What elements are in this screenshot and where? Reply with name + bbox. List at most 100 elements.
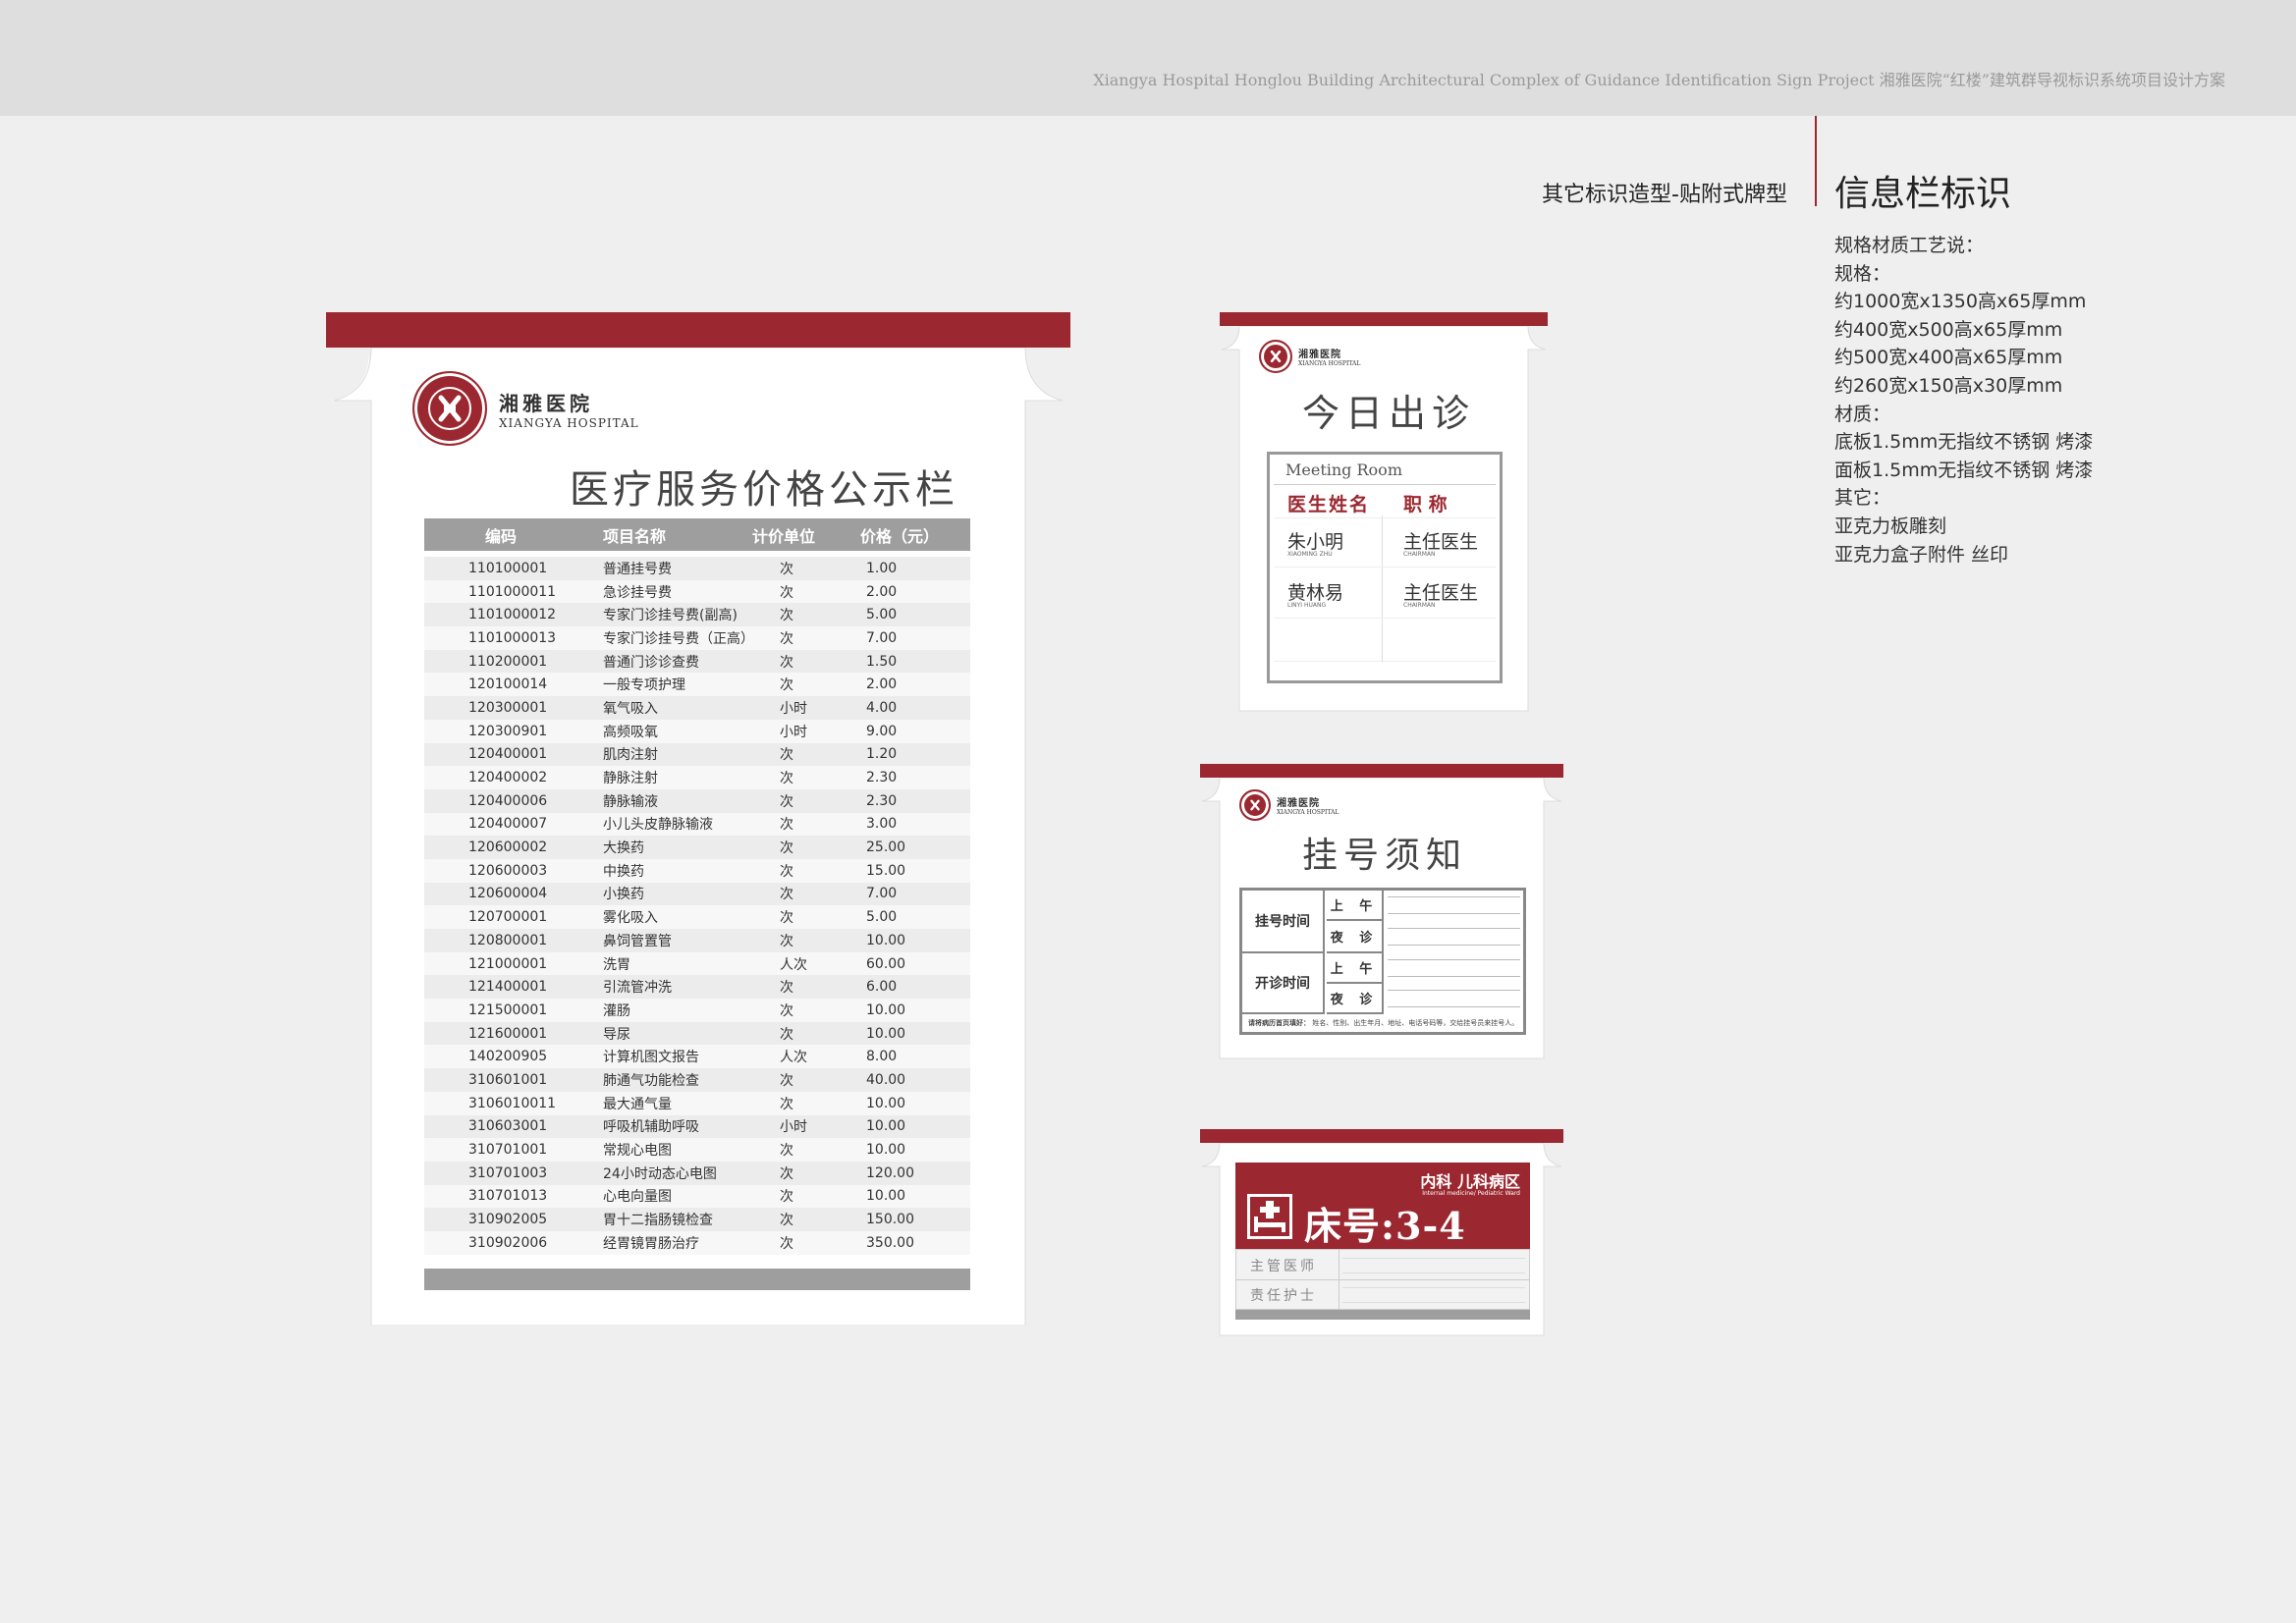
row-code: 140200905 <box>468 1049 548 1065</box>
doctor-name-en: XIAOMING ZHU <box>1287 551 1333 558</box>
row-unit: 次 <box>780 608 793 624</box>
bed-doctor-label: 主管医师 <box>1250 1259 1317 1274</box>
row-item: 鼻饲管置管 <box>603 933 672 949</box>
bed-board-sign: 内科 儿科病区 Internal medicine/ Pediatric War… <box>1200 1129 1563 1337</box>
col-unit: 计价单位 <box>752 526 816 546</box>
page-subtitle: 其它标识造型-贴附式牌型 <box>1542 183 1787 207</box>
row-price: 6.00 <box>866 979 898 996</box>
row-unit: 次 <box>780 561 793 577</box>
table-row: 121000001 洗胃 人次 60.00 <box>424 951 970 976</box>
row-item: 引流管冲洗 <box>603 980 672 997</box>
col-item: 项目名称 <box>603 526 667 546</box>
row-code: 120600003 <box>468 862 548 879</box>
row-code: 120600002 <box>468 839 548 856</box>
row-code: 120300901 <box>468 723 548 739</box>
row-unit: 次 <box>780 817 793 834</box>
table-row: 121400001 引流管冲洗 次 6.00 <box>424 975 970 1000</box>
row-code: 1101000011 <box>468 583 557 600</box>
spec-line: 规格： <box>1834 262 1891 285</box>
registration-board-title: 挂号须知 <box>1302 836 1468 876</box>
logo-cn: 湘雅医院 <box>1298 350 1341 360</box>
row-code: 310701001 <box>468 1142 548 1159</box>
row-price: 120.00 <box>866 1164 914 1181</box>
table-row: 120600003 中换药 次 15.00 <box>424 858 970 883</box>
doctor-title: 主任医生 <box>1403 531 1479 553</box>
open-time-label: 开诊时间 <box>1242 953 1325 1014</box>
row-price: 7.00 <box>866 886 898 902</box>
table-row: 121600001 导尿 次 10.00 <box>424 1021 970 1046</box>
clinic-board-title: 今日出诊 <box>1302 392 1476 435</box>
row-unit: 次 <box>780 771 793 787</box>
spec-line: 约1000宽x1350高x65厚mm <box>1834 291 2087 313</box>
table-row: 110100001 普通挂号费 次 1.00 <box>424 557 970 580</box>
row-price: 25.00 <box>866 839 906 856</box>
open-am-label: 上 午 <box>1327 953 1384 984</box>
logo-emblem-icon <box>1239 789 1271 821</box>
row-unit: 人次 <box>780 1050 807 1066</box>
row-unit: 次 <box>780 747 793 764</box>
row-unit: 人次 <box>780 956 807 973</box>
row-code: 120400007 <box>468 816 548 833</box>
table-row: 120700001 雾化吸入 次 5.00 <box>424 905 970 929</box>
row-item: 氧气吸入 <box>603 700 658 717</box>
row-code: 310701003 <box>468 1164 548 1181</box>
row-item: 高频吸氧 <box>603 724 658 740</box>
row-item: 静脉输液 <box>603 793 658 810</box>
row-item: 肺通气功能检查 <box>603 1072 699 1089</box>
table-row: 120100014 一般专项护理 次 2.00 <box>424 673 970 697</box>
registration-note-text: 姓名、性别、出生年月、地址、电话号码等，交给挂号员来挂号人。 <box>1312 1019 1517 1027</box>
col-code: 编码 <box>485 526 518 546</box>
row-unit: 次 <box>780 1213 793 1229</box>
row-unit: 次 <box>780 1235 793 1252</box>
registration-note-bold: 请将病历首页填好： <box>1248 1019 1310 1027</box>
table-row: 120400002 静脉注射 次 2.30 <box>424 766 970 789</box>
open-night-label: 夜 诊 <box>1327 984 1384 1014</box>
row-unit: 次 <box>780 933 793 949</box>
spec-line: 材质： <box>1834 403 1891 425</box>
row-item: 计算机图文报告 <box>603 1050 699 1066</box>
header-bar: Xiangya Hospital Honglou Building Archit… <box>0 0 2296 116</box>
registration-table: 挂号时间 开诊时间 上 午 夜 诊 上 午 夜 诊 请将病历首页填好： 姓名、性… <box>1239 888 1526 1035</box>
row-code: 120100014 <box>468 676 548 693</box>
row-code: 121600001 <box>468 1025 548 1042</box>
bed-number: 床号:3-4 <box>1304 1204 1466 1248</box>
row-unit: 次 <box>780 630 793 647</box>
row-item: 一般专项护理 <box>603 677 685 694</box>
row-item: 呼吸机辅助呼吸 <box>603 1119 699 1136</box>
price-table: 编码 项目名称 计价单位 价格（元） 110100001 普通挂号费次 1.00 11… <box>424 518 970 1290</box>
row-item: 专家门诊挂号费(副高) <box>603 608 738 624</box>
spec-line: 约400宽x500高x65厚mm <box>1834 318 2063 341</box>
row-price: 4.00 <box>866 699 898 716</box>
reg-night-line <box>1388 928 1520 946</box>
section-title: 信息栏标识 <box>1834 174 2012 214</box>
row-price: 10.00 <box>866 1001 906 1018</box>
doctor-title-en: CHAIRMAN <box>1403 551 1436 558</box>
table-row: 120400001 肌肉注射 次 1.20 <box>424 742 970 767</box>
row-unit: 次 <box>780 887 793 903</box>
row-item: 大换药 <box>603 840 644 857</box>
table-row: 110200001 普通门诊诊查费 次 1.50 <box>424 649 970 674</box>
row-price: 5.00 <box>866 607 898 623</box>
row-price: 60.00 <box>866 955 906 972</box>
table-row: 120600002 大换药 次 25.00 <box>424 836 970 859</box>
spec-line: 底板1.5mm无指纹不锈钢 烤漆 <box>1834 431 2094 454</box>
row-item: 经胃镜胃肠治疗 <box>603 1235 699 1252</box>
bed-nurse-label: 责任护士 <box>1250 1288 1317 1304</box>
row-code: 120700001 <box>468 909 548 926</box>
row-code: 120400001 <box>468 746 548 763</box>
table-row: 310902006 经胃镜胃肠治疗 次 350.00 <box>424 1230 970 1255</box>
table-row: 120300901 高频吸氧 小时 9.00 <box>424 719 970 743</box>
table-row: 1101000013 专家门诊挂号费（正高） 次 7.00 <box>424 626 970 650</box>
row-unit: 次 <box>780 1026 793 1043</box>
spec-line: 面板1.5mm无指纹不锈钢 烤漆 <box>1834 459 2094 481</box>
spec-line: 亚克力板雕刻 <box>1834 514 1947 537</box>
row-price: 1.00 <box>866 560 898 576</box>
room-label: Meeting Room <box>1285 460 1402 479</box>
spec-line: 约260宽x150高x30厚mm <box>1834 374 2063 397</box>
row-item: 24小时动态心电图 <box>603 1165 717 1182</box>
row-price: 350.00 <box>866 1234 914 1251</box>
row-code: 310902006 <box>468 1234 548 1251</box>
reg-am-label: 上 午 <box>1327 891 1384 921</box>
row-code: 1101000012 <box>468 607 557 623</box>
table-row: 121500001 灌肠 次 10.00 <box>424 999 970 1022</box>
